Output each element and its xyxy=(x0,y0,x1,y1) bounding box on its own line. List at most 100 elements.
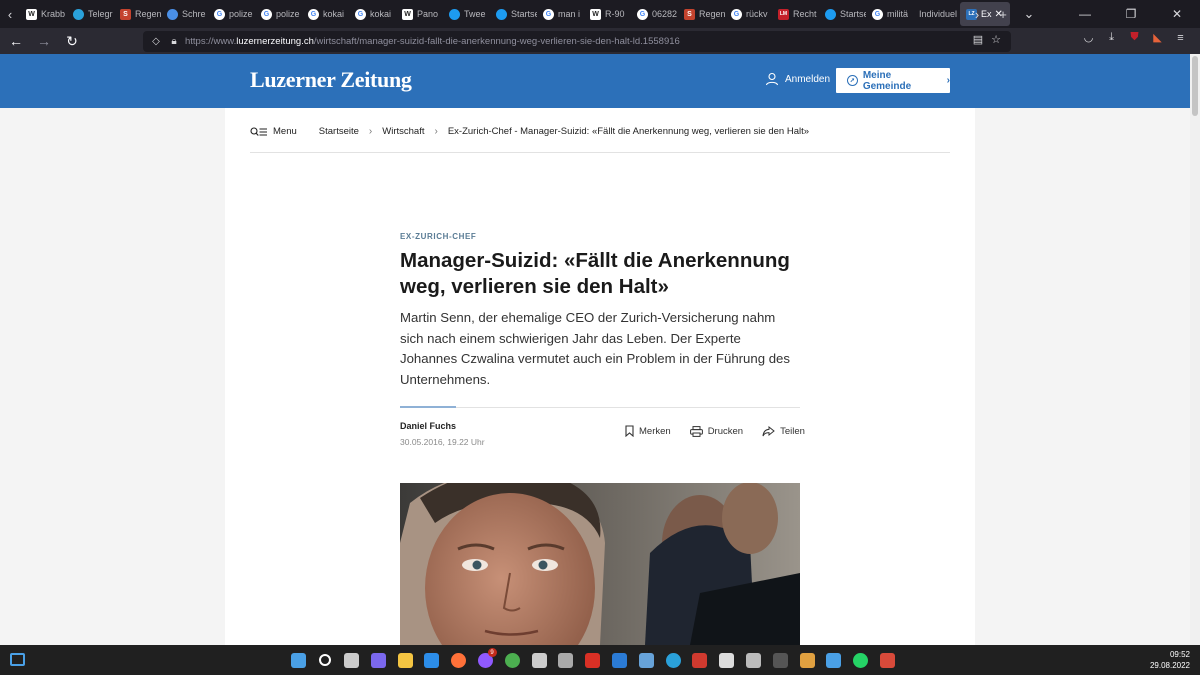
notes-icon[interactable] xyxy=(822,648,846,672)
browser-tab[interactable]: Twee xyxy=(443,2,490,26)
system-clock[interactable]: 09:52 29.08.2022 xyxy=(1150,649,1190,671)
chrome-icon[interactable] xyxy=(500,648,524,672)
my-community-button[interactable]: ➚ Meine Gemeinde › xyxy=(836,68,950,93)
extension-arrow-icon[interactable]: ◣ xyxy=(1146,31,1169,44)
article-kicker: EX-ZURICH-CHEF xyxy=(400,232,477,241)
task-view-icon[interactable] xyxy=(340,648,364,672)
security-icon[interactable] xyxy=(420,648,444,672)
new-tab-button[interactable]: + xyxy=(990,7,1016,22)
list-all-tabs-icon[interactable]: ⌄ xyxy=(1016,6,1042,22)
telegram-icon xyxy=(73,8,84,20)
snipping-icon[interactable] xyxy=(876,648,900,672)
print-button[interactable]: Drucken xyxy=(689,425,743,437)
article-author[interactable]: Daniel Fuchs xyxy=(400,421,456,431)
scrollbar-thumb[interactable] xyxy=(1192,56,1198,116)
powershell-glyph xyxy=(612,652,628,668)
firefox-dev-icon[interactable]: 9 xyxy=(474,648,498,672)
breadcrumb: Menu Startseite › Wirtschaft › Ex-Zurich… xyxy=(250,126,950,137)
news-icon[interactable] xyxy=(688,648,712,672)
breadcrumb-home[interactable]: Startseite xyxy=(319,126,359,137)
grid-app-icon[interactable] xyxy=(715,648,739,672)
login-label: Anmelden xyxy=(785,73,831,85)
lock-icon[interactable]: 🔒︎ xyxy=(167,36,181,47)
menu-button[interactable]: Menu xyxy=(250,126,297,137)
tab-title: Startse xyxy=(840,9,866,19)
start-icon[interactable] xyxy=(286,648,310,672)
browser-tab[interactable]: W R-90 xyxy=(584,2,631,26)
forward-button[interactable]: → xyxy=(32,29,56,53)
browser-tab[interactable]: Gman i xyxy=(537,2,584,26)
browser-tab[interactable]: Gkokai xyxy=(349,2,396,26)
google-icon: G xyxy=(214,8,225,20)
extension-ublock-icon[interactable]: ⛊ xyxy=(1123,31,1146,44)
minimize-button[interactable]: — xyxy=(1062,7,1108,21)
tracking-protection-icon[interactable]: ◇ xyxy=(149,36,163,47)
bookmark-star-icon[interactable]: ☆ xyxy=(987,33,1005,46)
article-photo[interactable] xyxy=(400,483,800,645)
browser-tab[interactable]: Schre xyxy=(161,2,208,26)
browser-tab[interactable]: Startse xyxy=(819,2,866,26)
whatsapp-icon[interactable] xyxy=(849,648,873,672)
toolbar-right: ◡ ⤓ ⛊ ◣ ≡ xyxy=(1077,31,1192,44)
browser-tab[interactable]: S Regen xyxy=(114,2,161,26)
firefox-icon[interactable] xyxy=(447,648,471,672)
browser-tab[interactable]: W Krabb xyxy=(20,2,67,26)
search-menu-icon xyxy=(250,126,267,136)
tab-scroll-left-icon[interactable]: ‹ xyxy=(0,0,20,28)
printer-icon xyxy=(689,425,703,437)
task-view-glyph xyxy=(344,652,360,668)
tab-title: kokai xyxy=(323,9,345,19)
restore-button[interactable]: ❐ xyxy=(1108,7,1154,21)
browser-tab[interactable]: Telegr xyxy=(67,2,114,26)
file-explorer-glyph xyxy=(397,652,413,668)
close-window-button[interactable]: ✕ xyxy=(1154,7,1200,21)
media-icon[interactable] xyxy=(581,648,605,672)
page-scrollbar[interactable] xyxy=(1190,54,1200,645)
tab-title: Pano xyxy=(417,9,439,19)
live-icon[interactable] xyxy=(527,648,551,672)
back-button[interactable]: ← xyxy=(4,29,28,53)
browser-tab[interactable]: Startse xyxy=(490,2,537,26)
browser-tab[interactable]: S Regen xyxy=(678,2,725,26)
twitter-icon xyxy=(449,8,460,20)
reload-button[interactable]: ↻ xyxy=(60,29,84,53)
camera-icon[interactable] xyxy=(554,648,578,672)
browser-tab[interactable]: W Pano xyxy=(396,2,443,26)
powershell-icon[interactable] xyxy=(608,648,632,672)
save-button[interactable]: Merken xyxy=(625,425,671,437)
reader-view-icon[interactable]: ▤ xyxy=(969,33,987,46)
search-glyph xyxy=(318,654,331,666)
tab-scroll-right-icon[interactable]: › xyxy=(964,7,990,22)
browser-tab[interactable]: Grückv xyxy=(725,2,772,26)
chevron-right-icon: › xyxy=(434,126,438,137)
browser-tab[interactable]: Gpolize xyxy=(208,2,255,26)
browser-tab[interactable]: LM Recht xyxy=(772,2,819,26)
printer-icon[interactable] xyxy=(742,648,766,672)
widgets-icon[interactable] xyxy=(10,653,25,666)
breadcrumb-section[interactable]: Wirtschaft xyxy=(382,126,424,137)
url-bar[interactable]: ◇ 🔒︎ https://www.luzernerzeitung.ch/wirt… xyxy=(143,31,1011,52)
browser-tab[interactable]: Individuel xyxy=(913,2,960,26)
browser-tab[interactable]: Gpolize xyxy=(255,2,302,26)
start-glyph xyxy=(290,652,306,668)
url-text[interactable]: https://www.luzernerzeitung.ch/wirtschaf… xyxy=(185,36,680,47)
library-icon[interactable] xyxy=(795,648,819,672)
login-link[interactable]: Anmelden xyxy=(765,72,830,86)
terminal-icon[interactable] xyxy=(768,648,792,672)
chat-icon[interactable] xyxy=(366,648,390,672)
browser-tab[interactable]: Gmilitä xyxy=(866,2,913,26)
file-explorer-icon[interactable] xyxy=(393,648,417,672)
browser-tab[interactable]: G 06282 xyxy=(631,2,678,26)
pocket-icon[interactable]: ◡ xyxy=(1077,31,1100,44)
site-logo[interactable]: Luzerner Zeitung xyxy=(250,67,412,93)
mail-icon[interactable] xyxy=(634,648,658,672)
search-icon[interactable] xyxy=(313,648,337,672)
tab-strip-controls: › + ⌄ — ❐ ✕ xyxy=(964,0,1200,28)
browser-tab[interactable]: Gkokai xyxy=(302,2,349,26)
share-button[interactable]: Teilen xyxy=(762,425,805,437)
downloads-icon[interactable]: ⤓ xyxy=(1100,31,1123,44)
window-controls: — ❐ ✕ xyxy=(1062,7,1200,21)
telegram-icon[interactable] xyxy=(661,648,685,672)
app-menu-icon[interactable]: ≡ xyxy=(1169,32,1192,44)
media-glyph xyxy=(585,652,601,668)
